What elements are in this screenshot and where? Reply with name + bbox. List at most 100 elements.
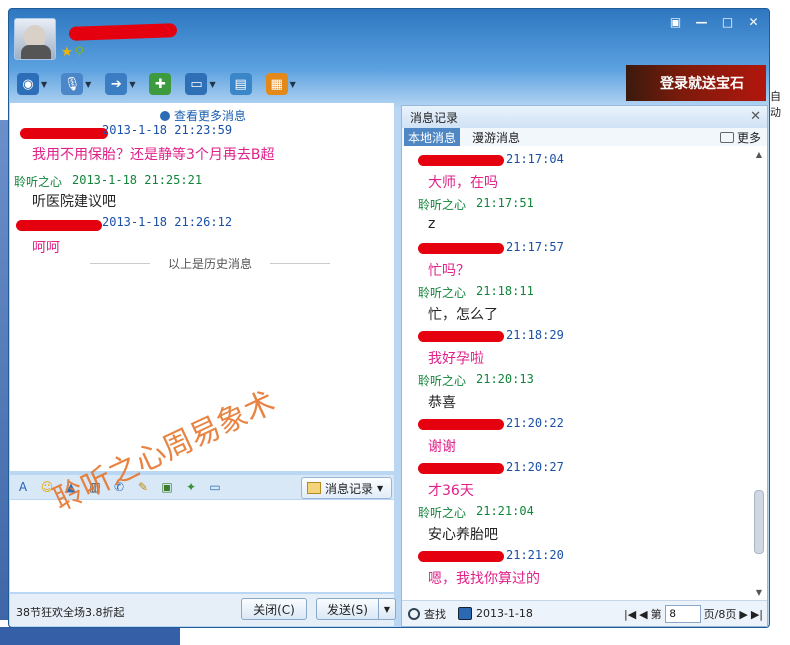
sender-redacted — [418, 243, 504, 254]
first-page-icon[interactable]: |◀ — [624, 608, 636, 621]
view-more-link[interactable]: 查看更多消息 — [160, 107, 246, 124]
tab-roaming-messages[interactable]: 漫游消息 — [468, 128, 524, 146]
scroll-up-icon[interactable]: ▲ — [754, 150, 764, 160]
camera-icon: ◉ — [17, 73, 39, 95]
sender-redacted — [20, 128, 108, 139]
chevron-down-icon[interactable]: ▼ — [129, 80, 135, 89]
chevron-down-icon[interactable]: ▼ — [290, 80, 296, 89]
sender-redacted — [418, 463, 504, 474]
microphone-button[interactable]: 🎙 ▼ — [57, 71, 95, 97]
chevron-down-icon[interactable]: ▼ — [41, 80, 47, 89]
file-transfer-button[interactable]: ➔ ▼ — [101, 71, 139, 97]
last-page-icon[interactable]: ▶| — [751, 608, 763, 621]
scroll-thumb[interactable] — [754, 490, 764, 554]
history-button-label: 消息记录 — [325, 481, 374, 496]
history-panel-title: 消息记录 — [410, 110, 459, 125]
window-controls: ▣ — □ ✕ — [664, 13, 765, 30]
history-message-body: 安心养胎吧 — [428, 527, 498, 543]
history-panel-header: 消息记录 ✕ — [402, 106, 767, 128]
page-suffix: 页/8页 — [703, 608, 737, 621]
close-window-button[interactable]: ✕ — [742, 13, 765, 30]
history-message-body: 嗯，我找你算过的 — [428, 571, 540, 587]
history-message-body: 大师，在吗 — [428, 175, 498, 191]
apps-button[interactable]: ▦ ▼ — [262, 71, 300, 97]
ad-banner[interactable]: 登录就送宝石 — [626, 65, 766, 101]
screenshot-icon[interactable]: ▭ — [206, 478, 224, 496]
history-time: 21:20:27 — [506, 460, 564, 474]
camera-button[interactable]: ◉ ▼ — [13, 71, 51, 97]
close-button[interactable]: 关闭(C) — [241, 598, 307, 620]
history-footer: 查找 2013-1-18 |◀ ◀ 第 页/8页 ▶ ▶| — [402, 600, 767, 626]
history-time: 21:20:22 — [506, 416, 564, 430]
font-icon[interactable]: A — [14, 478, 32, 496]
taskbar-fragment — [0, 627, 180, 645]
message-time: 2013-1-18 21:26:12 — [102, 215, 233, 229]
history-time: 21:18:29 — [506, 328, 564, 342]
calendar-icon[interactable] — [458, 607, 472, 620]
next-page-icon[interactable]: ▶ — [739, 608, 747, 621]
sender-redacted — [16, 220, 102, 231]
main-toolbar: ◉ ▼ 🎙 ▼ ➔ ▼ ✚ ▭ ▼ ▤ ▦ ▼ — [13, 71, 300, 97]
message-add-button[interactable]: ✚ — [145, 71, 175, 97]
history-time: 21:21:04 — [476, 504, 534, 518]
image-icon[interactable]: ▣ — [158, 478, 176, 496]
message-body: 听医院建议吧 — [32, 194, 116, 210]
remote-desktop-button[interactable]: ▤ — [226, 71, 256, 97]
history-separator: 以上是历史消息 — [90, 255, 330, 272]
history-sender: 聆听之心 — [418, 374, 467, 388]
star-icon[interactable]: ★ — [61, 45, 73, 60]
close-icon[interactable]: ✕ — [750, 109, 761, 124]
promo-link[interactable]: 38节狂欢全场3.8折起 — [16, 604, 125, 620]
history-message-body: 忙吗？ — [428, 263, 470, 279]
message-body: 我用不用保胎？还是静等3个月再去B超 — [32, 147, 275, 163]
history-icon — [307, 482, 321, 494]
send-button[interactable]: 发送(S) — [316, 598, 378, 620]
remote-desktop-icon: ▤ — [229, 73, 252, 95]
bottom-action-bar: 38节狂欢全场3.8折起 关闭(C) 发送(S) ▼ — [10, 594, 396, 626]
history-time: 21:17:57 — [506, 240, 564, 254]
maximize-button[interactable]: □ — [716, 13, 739, 30]
sender-redacted — [418, 331, 504, 342]
gift-icon[interactable]: ✦ — [182, 478, 200, 496]
skin-menu-button[interactable]: ▣ — [664, 13, 687, 30]
minimize-button[interactable]: — — [690, 13, 713, 30]
search-label: 查找 — [424, 607, 446, 621]
chat-window: ▣ — □ ✕ ★ ⚲ ◉ ▼ 🎙 ▼ ➔ ▼ ✚ ▭ ▼ ▤ ▦ ▼ 登录就送宝石 查看更多消息 2… — [8, 8, 770, 628]
more-options[interactable]: 更多 — [719, 129, 761, 146]
scroll-down-icon[interactable]: ▼ — [754, 588, 764, 598]
message-time: 2013-1-18 21:25:21 — [72, 173, 203, 187]
page-number-input[interactable] — [664, 605, 701, 623]
message-body: 呵呵 — [32, 240, 60, 256]
apps-icon: ▦ — [265, 73, 288, 95]
history-time: 21:17:04 — [506, 152, 564, 166]
microphone-icon: 🎙 — [61, 73, 84, 95]
history-time: 21:20:13 — [476, 372, 534, 386]
history-message-body: 我好孕啦 — [428, 351, 484, 367]
history-message-list: 21:17:04 大师，在吗聆听之心 21:17:51 z 21:17:57 忙吗？ 聆听之… — [402, 148, 754, 598]
message-add-icon: ✚ — [149, 73, 172, 95]
message-time: 2013-1-18 21:23:59 — [102, 123, 233, 137]
message-sender: 聆听之心 — [14, 175, 63, 189]
history-time: 21:17:51 — [476, 196, 534, 210]
history-message-body: z — [428, 216, 436, 232]
chevron-down-icon[interactable]: ▼ — [85, 80, 91, 89]
history-search-button[interactable]: 查找 — [402, 606, 458, 622]
screen-share-button[interactable]: ▭ ▼ — [181, 71, 219, 97]
chevron-down-icon[interactable]: ▼ — [209, 80, 215, 89]
sender-redacted — [418, 551, 504, 562]
pager: |◀ ◀ 第 页/8页 ▶ ▶| — [624, 605, 763, 623]
tab-local-messages[interactable]: 本地消息 — [404, 128, 461, 146]
message-history-panel: 消息记录 ✕ 本地消息 漫游消息 更多 21:17:04 大师，在吗 聆听之心 21:… — [401, 105, 768, 627]
view-more-label: 查看更多消息 — [174, 109, 247, 123]
ad-banner-text: 登录就送宝石 — [660, 76, 744, 92]
signature-icon[interactable]: ⚲ — [75, 45, 85, 60]
screen-share-icon: ▭ — [185, 73, 208, 95]
prev-page-icon[interactable]: ◀ — [639, 608, 647, 621]
contact-avatar[interactable] — [14, 18, 56, 60]
history-scrollbar[interactable]: ▲ ▼ — [753, 150, 765, 598]
send-options-button[interactable]: ▼ — [378, 598, 396, 620]
history-sender: 聆听之心 — [418, 286, 467, 300]
history-date[interactable]: 2013-1-18 — [476, 607, 533, 620]
message-history-button[interactable]: 消息记录 ▼ — [301, 477, 392, 499]
page-prefix: 第 — [650, 608, 662, 621]
